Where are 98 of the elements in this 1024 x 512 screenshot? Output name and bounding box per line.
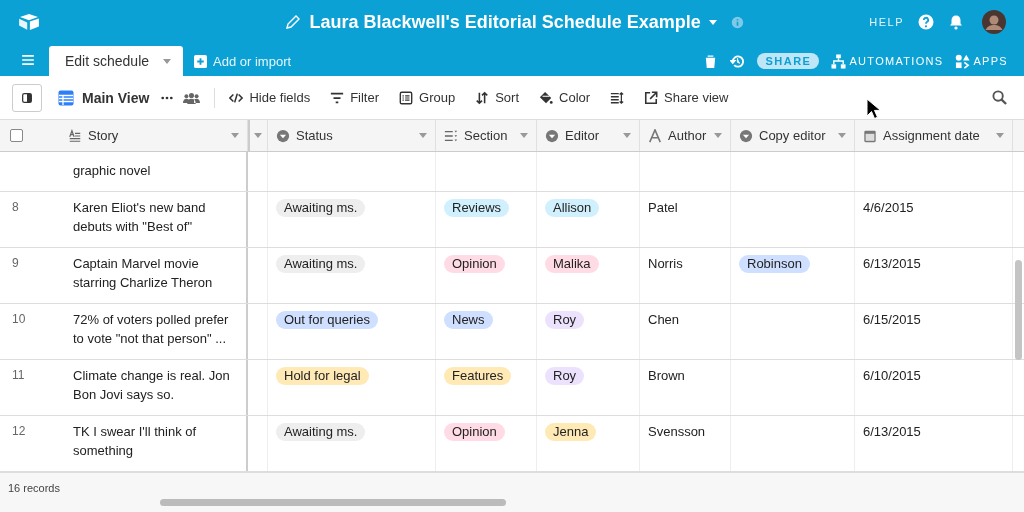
filter-icon xyxy=(330,90,345,105)
dropdown-circle-icon xyxy=(276,128,290,143)
story-text: TK I swear I'll think of something xyxy=(73,424,197,458)
select-all-checkbox[interactable] xyxy=(10,129,23,142)
toolbar-button[interactable]: Sort xyxy=(475,90,519,105)
row-number: 10 xyxy=(12,312,26,326)
search-icon[interactable] xyxy=(992,90,1007,105)
hierarchy-icon[interactable] xyxy=(831,53,847,69)
date-text: 4/6/2015 xyxy=(863,200,914,215)
caret-icon[interactable] xyxy=(708,19,717,25)
tag: Opinion xyxy=(444,255,505,273)
calendar-icon xyxy=(863,128,877,143)
date-text: 6/13/2015 xyxy=(863,424,921,439)
long-text-icon xyxy=(68,128,82,143)
tag: News xyxy=(444,311,493,329)
tag: Roy xyxy=(545,311,585,329)
toolbar-button[interactable]: Color xyxy=(539,90,591,105)
info-icon[interactable] xyxy=(730,15,744,29)
author-text: Norris xyxy=(648,256,683,271)
dropdown-circle-icon xyxy=(739,128,753,143)
dropdown-arrow-icon[interactable] xyxy=(254,133,262,138)
column-header[interactable]: Author xyxy=(640,120,731,151)
more-icon[interactable] xyxy=(161,95,174,100)
date-text: 6/10/2015 xyxy=(863,368,921,383)
multi-select-icon xyxy=(444,128,458,143)
grid-icon[interactable] xyxy=(58,89,74,106)
dropdown-arrow-icon[interactable] xyxy=(231,133,239,138)
column-header[interactable]: Status xyxy=(268,120,436,151)
column-header[interactable]: Assignment date xyxy=(855,120,1013,151)
record-count: 16 records xyxy=(8,482,60,494)
tag: Features xyxy=(444,367,512,385)
dropdown-arrow-icon[interactable] xyxy=(714,133,722,138)
tag: Awaiting ms. xyxy=(276,255,366,273)
menu-icon[interactable] xyxy=(22,55,34,65)
date-text: 6/13/2015 xyxy=(863,256,921,271)
tag: Out for queries xyxy=(276,311,378,329)
author-text: Brown xyxy=(648,368,685,383)
help-icon[interactable] xyxy=(918,14,934,30)
plus-icon[interactable] xyxy=(194,54,208,68)
bell-icon[interactable] xyxy=(948,14,964,30)
row-height-button[interactable] xyxy=(610,90,625,105)
author-text: Chen xyxy=(648,312,680,327)
list-box-icon xyxy=(399,90,414,105)
tag: Jenna xyxy=(545,423,597,441)
tag: Opinion xyxy=(444,423,505,441)
tag: Awaiting ms. xyxy=(276,199,366,217)
sidebar-icon[interactable] xyxy=(22,92,32,103)
tag: Reviews xyxy=(444,199,510,217)
dropdown-circle-icon xyxy=(545,128,559,143)
story-text: Captain Marvel movie starring Charlize Theron xyxy=(73,256,213,290)
row-number: 12 xyxy=(12,424,26,438)
dropdown-arrow-icon[interactable] xyxy=(623,133,631,138)
logo-icon xyxy=(18,13,40,31)
toolbar-button[interactable]: Group xyxy=(399,90,456,105)
pencil-icon xyxy=(285,14,302,30)
row-number: 8 xyxy=(12,200,19,214)
story-text: Karen Eliot's new band debuts with "Best of" xyxy=(73,200,206,234)
avatar[interactable] xyxy=(982,10,1006,34)
shapes-icon[interactable] xyxy=(955,53,971,69)
scrollbar[interactable] xyxy=(160,499,506,506)
toolbar-button[interactable]: Filter xyxy=(330,90,380,105)
story-text: graphic novel xyxy=(73,163,151,178)
paint-bucket-icon xyxy=(539,90,553,105)
row-height-icon xyxy=(610,90,625,105)
dropdown-arrow-icon[interactable] xyxy=(419,133,427,138)
sort-icon xyxy=(475,90,490,105)
history-icon[interactable] xyxy=(730,53,746,69)
base-title: Laura Blackwell's Editorial Schedule Example xyxy=(309,11,701,33)
table-tab[interactable]: Edit schedule xyxy=(49,46,184,76)
toolbar-button[interactable]: Hide fields xyxy=(229,90,311,105)
caret-icon[interactable] xyxy=(163,58,172,64)
row-number: 11 xyxy=(12,368,25,382)
author-text: Patel xyxy=(648,200,678,215)
column-header[interactable]: Section xyxy=(436,120,537,151)
tag: Robinson xyxy=(739,255,810,273)
row-number: 9 xyxy=(12,256,19,270)
dropdown-arrow-icon[interactable] xyxy=(996,133,1004,138)
story-text: Climate change is real. Jon Bon Jovi says so. xyxy=(73,368,230,402)
sidebar-toggle[interactable] xyxy=(12,83,42,112)
column-header[interactable]: Copy editor xyxy=(731,120,855,151)
tag: Hold for legal xyxy=(276,367,369,385)
dropdown-arrow-icon[interactable] xyxy=(838,133,846,138)
story-text: 72% of voters polled prefer to vote "not that person" ... xyxy=(73,312,229,346)
tag: Allison xyxy=(545,199,600,217)
tag: Roy xyxy=(545,367,585,385)
date-text: 6/15/2015 xyxy=(863,312,921,327)
letter-icon xyxy=(648,128,662,143)
people-icon[interactable] xyxy=(183,91,201,104)
author-text: Svensson xyxy=(648,424,706,439)
view-switcher[interactable]: Main View xyxy=(58,89,150,106)
column-header[interactable]: Editor xyxy=(537,120,640,151)
tag: Malika xyxy=(545,255,599,273)
scrollbar[interactable] xyxy=(1015,260,1022,360)
column-header[interactable]: Story xyxy=(60,120,248,151)
toolbar-button[interactable]: Share view xyxy=(644,90,729,105)
tag: Awaiting ms. xyxy=(276,423,366,441)
dropdown-arrow-icon[interactable] xyxy=(520,133,528,138)
external-link-icon xyxy=(644,90,659,105)
